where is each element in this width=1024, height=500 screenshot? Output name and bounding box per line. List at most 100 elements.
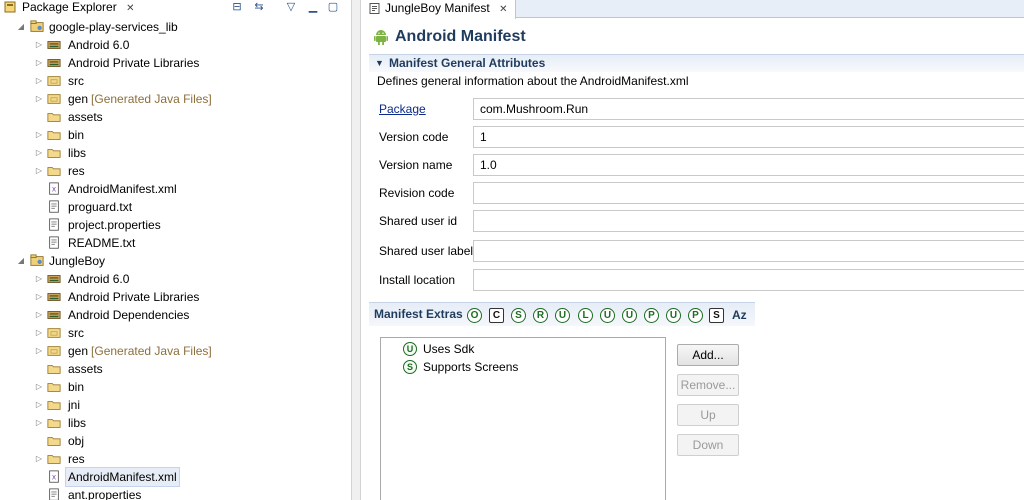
tree-item[interactable]: ▷ src: [0, 72, 351, 90]
shared-user-label-field[interactable]: [473, 240, 1024, 262]
collapsed-arrow-icon[interactable]: ▷: [34, 162, 44, 180]
extras-filter-u-button[interactable]: U: [555, 308, 570, 323]
tree-item-label: bin: [68, 126, 84, 144]
manifest-extras-list[interactable]: U Uses Sdk S Supports Screens: [380, 337, 666, 500]
section-title: Manifest General Attributes: [389, 56, 546, 70]
editor-tabbar: JungleBoy Manifest ✕: [361, 0, 1024, 19]
collapsed-arrow-icon[interactable]: ▷: [34, 324, 44, 342]
tree-item[interactable]: ▷ Android 6.0: [0, 36, 351, 54]
collapse-all-icon[interactable]: ⊟: [230, 0, 244, 14]
collapsed-arrow-icon[interactable]: ▷: [34, 270, 44, 288]
tree-item-text: AndroidManifest.xml: [68, 182, 177, 196]
install-location-field[interactable]: [473, 269, 1024, 291]
section-header[interactable]: ▼ Manifest General Attributes: [369, 54, 1024, 72]
tree-item-text: AndroidManifest.xml: [68, 470, 177, 484]
editor-tab-label: JungleBoy Manifest: [385, 1, 490, 15]
tree-item[interactable]: ▷ res: [0, 450, 351, 468]
tree-item[interactable]: X AndroidManifest.xml: [0, 467, 351, 487]
list-item-label: Supports Screens: [423, 360, 519, 374]
tree-item[interactable]: README.txt: [0, 234, 351, 252]
collapsed-arrow-icon[interactable]: ▷: [34, 72, 44, 90]
down-button[interactable]: Down: [677, 434, 739, 456]
remove-button[interactable]: Remove...: [677, 374, 739, 396]
extras-filter-r-button[interactable]: R: [533, 308, 548, 323]
link-with-editor-icon[interactable]: ⇆: [252, 0, 266, 14]
tree-item[interactable]: ▷ gen [Generated Java Files]: [0, 90, 351, 108]
tree-item-text: Android Dependencies: [68, 308, 190, 322]
extras-filter-c-button[interactable]: C: [489, 308, 504, 323]
collapsed-arrow-icon[interactable]: ▷: [34, 90, 44, 108]
collapsed-arrow-icon[interactable]: ▷: [34, 306, 44, 324]
tree-item[interactable]: ▷ libs: [0, 414, 351, 432]
tree-item[interactable]: ▷ jni: [0, 396, 351, 414]
tree-item[interactable]: ◢ JungleBoy: [0, 252, 351, 270]
tree-item[interactable]: ant.properties: [0, 486, 351, 500]
tree-item[interactable]: ▷ Android Dependencies: [0, 306, 351, 324]
tree-item[interactable]: ▷ src: [0, 324, 351, 342]
tree-item[interactable]: assets: [0, 360, 351, 378]
project-icon: [30, 20, 44, 32]
tree-item[interactable]: ▷ Android Private Libraries: [0, 288, 351, 306]
add-button[interactable]: Add...: [677, 344, 739, 366]
tree-item[interactable]: obj: [0, 432, 351, 450]
tree-item[interactable]: X AndroidManifest.xml: [0, 180, 351, 198]
tree-item-text: src: [68, 326, 84, 340]
tree-item[interactable]: ▷ Android Private Libraries: [0, 54, 351, 72]
library-icon: [47, 275, 61, 283]
folder-icon: [47, 437, 61, 446]
extras-filter-s-button[interactable]: S: [709, 308, 724, 323]
close-icon[interactable]: ✕: [126, 3, 134, 14]
collapsed-arrow-icon[interactable]: ▷: [34, 342, 44, 360]
extras-filter-s-button[interactable]: S: [511, 308, 526, 323]
collapsed-arrow-icon[interactable]: ▷: [34, 450, 44, 468]
tree-item[interactable]: ▷ gen [Generated Java Files]: [0, 342, 351, 360]
section-collapse-icon[interactable]: ▼: [375, 58, 384, 68]
extras-filter-l-button[interactable]: L: [578, 308, 593, 323]
close-icon[interactable]: ✕: [499, 4, 507, 15]
collapsed-arrow-icon[interactable]: ▷: [34, 288, 44, 306]
package-label[interactable]: Package: [379, 102, 426, 116]
revision-code-field[interactable]: [473, 182, 1024, 204]
extras-filter-p-button[interactable]: P: [644, 308, 659, 323]
view-menu-icon[interactable]: ▽: [284, 0, 298, 14]
tree-item[interactable]: ▷ Android 6.0: [0, 270, 351, 288]
tree-item[interactable]: project.properties: [0, 216, 351, 234]
expanded-arrow-icon[interactable]: ◢: [16, 18, 26, 36]
tree-item[interactable]: ▷ bin: [0, 378, 351, 396]
tree-item-label: Android Private Libraries: [68, 288, 199, 306]
tree-item[interactable]: ▷ libs: [0, 144, 351, 162]
collapsed-arrow-icon[interactable]: ▷: [34, 414, 44, 432]
tree-item[interactable]: assets: [0, 108, 351, 126]
expanded-arrow-icon[interactable]: ◢: [16, 252, 26, 270]
shared-user-id-field[interactable]: [473, 210, 1024, 232]
sort-alphabetically-button[interactable]: Az: [732, 308, 747, 322]
editor-tab-jungleboy-manifest[interactable]: JungleBoy Manifest ✕: [361, 0, 517, 19]
extras-filter-u-button[interactable]: U: [622, 308, 637, 323]
view-splitter[interactable]: [351, 0, 361, 500]
collapsed-arrow-icon[interactable]: ▷: [34, 396, 44, 414]
up-button[interactable]: Up: [677, 404, 739, 426]
maximize-icon[interactable]: ▢: [326, 0, 340, 14]
collapsed-arrow-icon[interactable]: ▷: [34, 54, 44, 72]
tree-item-label: AndroidManifest.xml: [68, 180, 177, 198]
version-code-field[interactable]: [473, 126, 1024, 148]
extras-filter-p-button[interactable]: P: [688, 308, 703, 323]
collapsed-arrow-icon[interactable]: ▷: [34, 126, 44, 144]
version-name-field[interactable]: [473, 154, 1024, 176]
tree-item[interactable]: ◢ google-play-services_lib: [0, 18, 351, 36]
extras-filter-o-button[interactable]: O: [467, 308, 482, 323]
collapsed-arrow-icon[interactable]: ▷: [34, 144, 44, 162]
package-explorer-tab[interactable]: Package Explorer ✕: [0, 0, 140, 16]
tree-item-label: bin: [68, 378, 84, 396]
tree-item[interactable]: ▷ bin: [0, 126, 351, 144]
tree-item[interactable]: proguard.txt: [0, 198, 351, 216]
tree-item-text: README.txt: [68, 236, 136, 250]
extras-filter-u-button[interactable]: U: [600, 308, 615, 323]
collapsed-arrow-icon[interactable]: ▷: [34, 36, 44, 54]
extras-filter-u-button[interactable]: U: [666, 308, 681, 323]
tree-item[interactable]: ▷ res: [0, 162, 351, 180]
collapsed-arrow-icon[interactable]: ▷: [34, 378, 44, 396]
package-field[interactable]: [473, 98, 1024, 120]
minimize-icon[interactable]: ▁: [306, 0, 320, 14]
folder-icon: [47, 131, 61, 140]
